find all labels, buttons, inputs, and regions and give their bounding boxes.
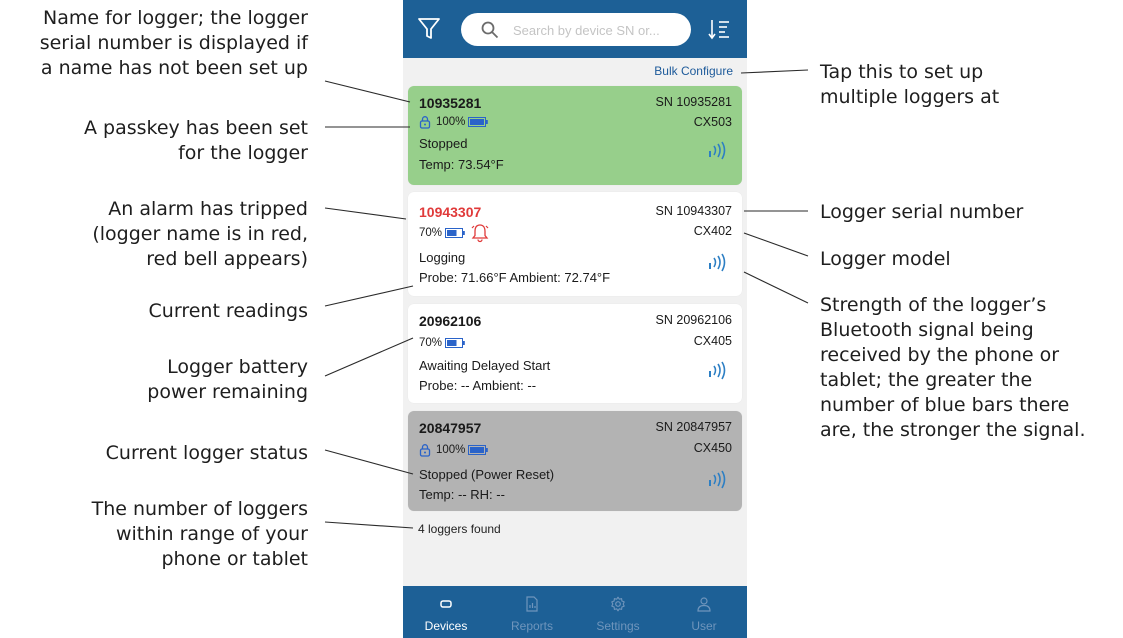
battery-percent: 70% xyxy=(419,227,443,239)
search-input[interactable] xyxy=(511,18,685,42)
bluetooth-signal-icon xyxy=(709,253,726,272)
sort-icon[interactable] xyxy=(707,16,731,42)
annotation-bulk-configure: Tap this to set up multiple loggers at xyxy=(820,61,1000,108)
logger-model: CX503 xyxy=(693,115,732,129)
logger-serial-number: SN 10935281 xyxy=(655,95,732,109)
logger-name: 20962106 xyxy=(419,313,482,329)
nav-settings[interactable]: Settings xyxy=(575,586,661,638)
battery-percent: 100% xyxy=(436,116,466,128)
logger-card[interactable]: 20847957 SN 20847957 100% CX450 Stopped … xyxy=(408,411,742,511)
logger-model: CX405 xyxy=(693,334,732,348)
battery-percent: 70% xyxy=(419,337,443,349)
nav-user[interactable]: User xyxy=(661,586,747,638)
annotation-logger-model: Logger model xyxy=(820,248,951,270)
leader-line xyxy=(324,521,414,529)
bulk-configure-link[interactable]: Bulk Configure xyxy=(654,64,733,78)
battery-icon xyxy=(468,117,489,127)
nav-label: Devices xyxy=(424,619,468,633)
bottom-nav: Devices Reports Settings User xyxy=(403,586,747,638)
battery-row: 70% xyxy=(419,334,465,352)
leader-line xyxy=(324,80,411,103)
logger-status: Stopped xyxy=(419,136,468,151)
leader-line xyxy=(740,69,809,74)
leader-line xyxy=(324,337,414,377)
logger-model: CX450 xyxy=(693,441,732,455)
battery-row: 70% xyxy=(419,224,489,243)
annotation-current-readings: Current readings xyxy=(148,300,308,322)
devices-icon xyxy=(440,600,452,608)
annotation-logger-name: Name for logger; the logger serial numbe… xyxy=(39,7,308,79)
top-app-bar xyxy=(403,0,747,58)
search-icon xyxy=(481,21,499,39)
bluetooth-signal-icon xyxy=(709,361,726,380)
logger-name: 20847957 xyxy=(419,420,482,436)
nav-label: User xyxy=(691,619,717,633)
leader-line xyxy=(743,271,809,304)
logger-serial-number: SN 20962106 xyxy=(655,313,732,327)
leader-line xyxy=(324,449,414,475)
logger-model: CX402 xyxy=(693,224,732,238)
nav-label: Settings xyxy=(596,619,640,633)
alarm-bell-icon xyxy=(471,224,489,243)
logger-name: 10935281 xyxy=(419,95,482,111)
search-bar[interactable] xyxy=(461,13,691,46)
leader-line xyxy=(743,232,809,257)
battery-icon xyxy=(445,338,465,348)
logger-readings: Temp: 73.54°F xyxy=(419,157,504,172)
bluetooth-signal-icon xyxy=(709,141,726,160)
logger-readings: Probe: -- Ambient: -- xyxy=(419,378,537,393)
logger-card[interactable]: 10943307 SN 10943307 70% CX402 Logging P… xyxy=(408,192,742,296)
leader-line xyxy=(324,285,414,307)
logger-readings: Probe: 71.66°F Ambient: 72.74°F xyxy=(419,270,611,285)
logger-name: 10943307 xyxy=(419,204,482,220)
reports-icon xyxy=(526,596,538,612)
annotation-bluetooth-signal: Strength of the logger’s Bluetooth signa… xyxy=(820,294,1086,441)
user-icon xyxy=(697,597,711,612)
logger-serial-number: SN 10943307 xyxy=(655,204,732,218)
logger-card[interactable]: 10935281 SN 10935281 100% CX503 Stopped … xyxy=(408,86,742,185)
logger-readings: Temp: -- RH: -- xyxy=(419,487,505,502)
lock-icon xyxy=(419,444,431,457)
annotation-loggers-found: The number of loggers within range of yo… xyxy=(91,498,308,570)
filter-icon[interactable] xyxy=(417,16,441,42)
battery-row: 100% xyxy=(419,113,489,131)
logger-status: Logging xyxy=(419,250,466,265)
nav-label: Reports xyxy=(510,619,554,633)
phone-screen: Bulk Configure 10935281 SN 10935281 100%… xyxy=(403,0,747,638)
logger-card[interactable]: 20962106 SN 20962106 70% CX405 Awaiting … xyxy=(408,304,742,403)
logger-status: Awaiting Delayed Start xyxy=(419,358,551,373)
nav-reports[interactable]: Reports xyxy=(489,586,575,638)
battery-row: 100% xyxy=(419,441,489,459)
bluetooth-signal-icon xyxy=(709,470,726,489)
annotation-alarm: An alarm has tripped (logger name is in … xyxy=(92,198,308,270)
annotation-battery: Logger battery power remaining xyxy=(147,356,308,403)
battery-icon xyxy=(445,228,465,238)
logger-serial-number: SN 20847957 xyxy=(655,420,732,434)
annotation-logger-status: Current logger status xyxy=(105,442,308,464)
annotation-serial-number: Logger serial number xyxy=(820,201,1024,223)
nav-devices[interactable]: Devices xyxy=(403,586,489,638)
lock-icon xyxy=(419,116,431,129)
loggers-found-count: 4 loggers found xyxy=(418,522,501,536)
annotation-passkey: A passkey has been set for the logger xyxy=(83,117,308,164)
leader-line xyxy=(324,207,407,220)
battery-percent: 100% xyxy=(436,444,466,456)
logger-status: Stopped (Power Reset) xyxy=(419,467,555,482)
battery-icon xyxy=(468,445,489,455)
settings-icon xyxy=(611,596,625,612)
